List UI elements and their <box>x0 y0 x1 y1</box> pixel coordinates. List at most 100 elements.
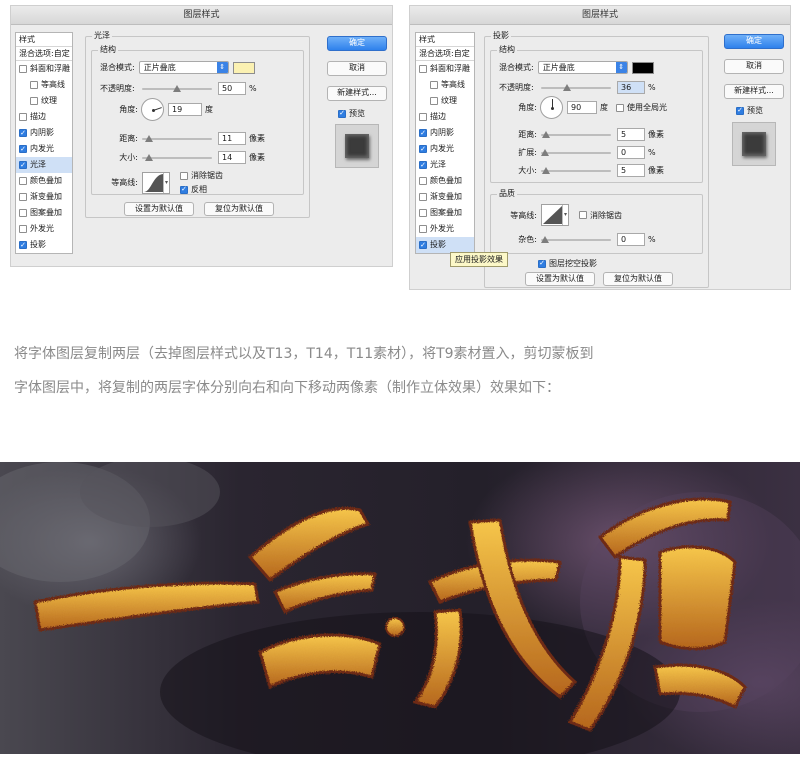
angle-dial[interactable] <box>540 96 563 119</box>
preview-checkbox[interactable]: ✓ <box>736 106 744 115</box>
style-enable-checkbox[interactable] <box>430 97 438 105</box>
blend-options-item[interactable]: 混合选项:自定 <box>416 47 474 61</box>
size-input[interactable]: 5 <box>617 164 645 177</box>
spread-slider[interactable] <box>541 148 611 157</box>
style-list-item[interactable]: 斜面和浮雕 <box>416 61 474 77</box>
slider-thumb[interactable] <box>145 135 154 142</box>
cancel-button[interactable]: 取消 <box>327 61 387 76</box>
angle-input[interactable]: 90 <box>567 101 597 114</box>
style-list-item[interactable]: 颜色叠加 <box>16 173 72 189</box>
style-enable-checkbox[interactable]: ✓ <box>19 145 27 153</box>
reset-default-button[interactable]: 复位为默认值 <box>603 272 673 286</box>
slider-thumb[interactable] <box>541 149 549 156</box>
style-enable-checkbox[interactable]: ✓ <box>19 129 27 137</box>
style-list-item[interactable]: 颜色叠加 <box>416 173 474 189</box>
slider-thumb[interactable] <box>563 84 572 91</box>
style-list-item[interactable]: 外发光 <box>16 221 72 237</box>
angle-dial[interactable] <box>141 98 164 121</box>
style-list-item[interactable]: 纹理 <box>416 93 474 109</box>
blend-options-item[interactable]: 混合选项:自定 <box>16 47 72 61</box>
slider-thumb[interactable] <box>541 236 549 243</box>
style-enable-checkbox[interactable] <box>419 193 427 201</box>
knockout-checkbox[interactable]: ✓ <box>538 259 546 268</box>
satin-color-swatch[interactable] <box>232 61 255 74</box>
opacity-input[interactable]: 50 <box>218 82 246 95</box>
global-light-checkbox[interactable] <box>616 103 624 112</box>
style-list-item[interactable]: ✓ 内发光 <box>16 141 72 157</box>
shadow-color-swatch[interactable] <box>631 61 654 74</box>
opacity-slider[interactable] <box>142 84 212 93</box>
style-list-item[interactable]: ✓ 内阴影 <box>416 125 474 141</box>
distance-slider[interactable] <box>541 130 611 139</box>
style-enable-checkbox[interactable] <box>419 65 427 73</box>
style-list-item[interactable]: 等高线 <box>416 77 474 93</box>
style-enable-checkbox[interactable] <box>419 113 427 121</box>
style-list-item[interactable]: ✓ 投影 <box>416 237 474 253</box>
style-list-item[interactable]: 描边 <box>416 109 474 125</box>
ok-button[interactable]: 确定 <box>327 36 387 51</box>
style-list-item[interactable]: 斜面和浮雕 <box>16 61 72 77</box>
opacity-input[interactable]: 36 <box>617 81 645 94</box>
style-enable-checkbox[interactable]: ✓ <box>19 241 27 249</box>
cancel-button[interactable]: 取消 <box>724 59 784 74</box>
preview-checkbox[interactable]: ✓ <box>338 109 346 118</box>
blend-mode-select[interactable]: 正片叠底 ⇕ <box>537 61 628 74</box>
invert-checkbox[interactable]: ✓ <box>180 185 188 194</box>
spread-input[interactable]: 0 <box>617 146 645 159</box>
style-list-item[interactable]: ✓ 光泽 <box>16 157 72 173</box>
style-enable-checkbox[interactable] <box>19 209 27 217</box>
slider-thumb[interactable] <box>542 131 551 138</box>
set-default-button[interactable]: 设置为默认值 <box>124 202 194 216</box>
ok-button[interactable]: 确定 <box>724 34 784 49</box>
style-list-item[interactable]: 图案叠加 <box>16 205 72 221</box>
angle-input[interactable]: 19 <box>168 103 202 116</box>
style-list-header[interactable]: 样式 <box>416 33 474 47</box>
style-list-item[interactable]: ✓ 光泽 <box>416 157 474 173</box>
style-list-item[interactable]: 描边 <box>16 109 72 125</box>
style-enable-checkbox[interactable]: ✓ <box>419 129 427 137</box>
size-slider[interactable] <box>142 153 212 162</box>
distance-slider[interactable] <box>142 134 212 143</box>
style-list-item[interactable]: 图案叠加 <box>416 205 474 221</box>
style-enable-checkbox[interactable]: ✓ <box>419 145 427 153</box>
antialias-checkbox[interactable] <box>180 171 188 180</box>
style-enable-checkbox[interactable] <box>419 177 427 185</box>
size-slider[interactable] <box>541 166 611 175</box>
style-enable-checkbox[interactable] <box>19 113 27 121</box>
contour-picker[interactable]: ▾ <box>541 204 569 226</box>
style-enable-checkbox[interactable] <box>419 225 427 233</box>
opacity-slider[interactable] <box>541 83 611 92</box>
style-enable-checkbox[interactable] <box>19 177 27 185</box>
style-enable-checkbox[interactable] <box>30 81 38 89</box>
style-list-item[interactable]: 渐变叠加 <box>416 189 474 205</box>
set-default-button[interactable]: 设置为默认值 <box>525 272 595 286</box>
style-enable-checkbox[interactable] <box>19 225 27 233</box>
style-list-item[interactable]: 渐变叠加 <box>16 189 72 205</box>
contour-picker[interactable]: ▾ <box>142 171 170 194</box>
style-enable-checkbox[interactable] <box>30 97 38 105</box>
distance-input[interactable]: 5 <box>617 128 645 141</box>
style-enable-checkbox[interactable] <box>430 81 438 89</box>
style-enable-checkbox[interactable]: ✓ <box>419 161 427 169</box>
style-enable-checkbox[interactable]: ✓ <box>419 241 427 249</box>
style-list-item[interactable]: 等高线 <box>16 77 72 93</box>
style-list-item[interactable]: 纹理 <box>16 93 72 109</box>
slider-thumb[interactable] <box>145 154 154 161</box>
style-list-item[interactable]: ✓ 内发光 <box>416 141 474 157</box>
antialias-checkbox[interactable] <box>579 211 587 219</box>
style-enable-checkbox[interactable] <box>19 193 27 201</box>
reset-default-button[interactable]: 复位为默认值 <box>204 202 274 216</box>
size-input[interactable]: 14 <box>218 151 246 164</box>
style-list-header[interactable]: 样式 <box>16 33 72 47</box>
style-enable-checkbox[interactable] <box>419 209 427 217</box>
slider-thumb[interactable] <box>173 85 181 92</box>
style-enable-checkbox[interactable] <box>19 65 27 73</box>
noise-input[interactable]: 0 <box>617 233 645 246</box>
new-style-button[interactable]: 新建样式... <box>724 84 784 99</box>
style-list-item[interactable]: ✓ 内阴影 <box>16 125 72 141</box>
new-style-button[interactable]: 新建样式... <box>327 86 387 101</box>
slider-thumb[interactable] <box>542 167 551 174</box>
distance-input[interactable]: 11 <box>218 132 246 145</box>
blend-mode-select[interactable]: 正片叠底 ⇕ <box>138 61 229 74</box>
style-list-item[interactable]: 外发光 <box>416 221 474 237</box>
